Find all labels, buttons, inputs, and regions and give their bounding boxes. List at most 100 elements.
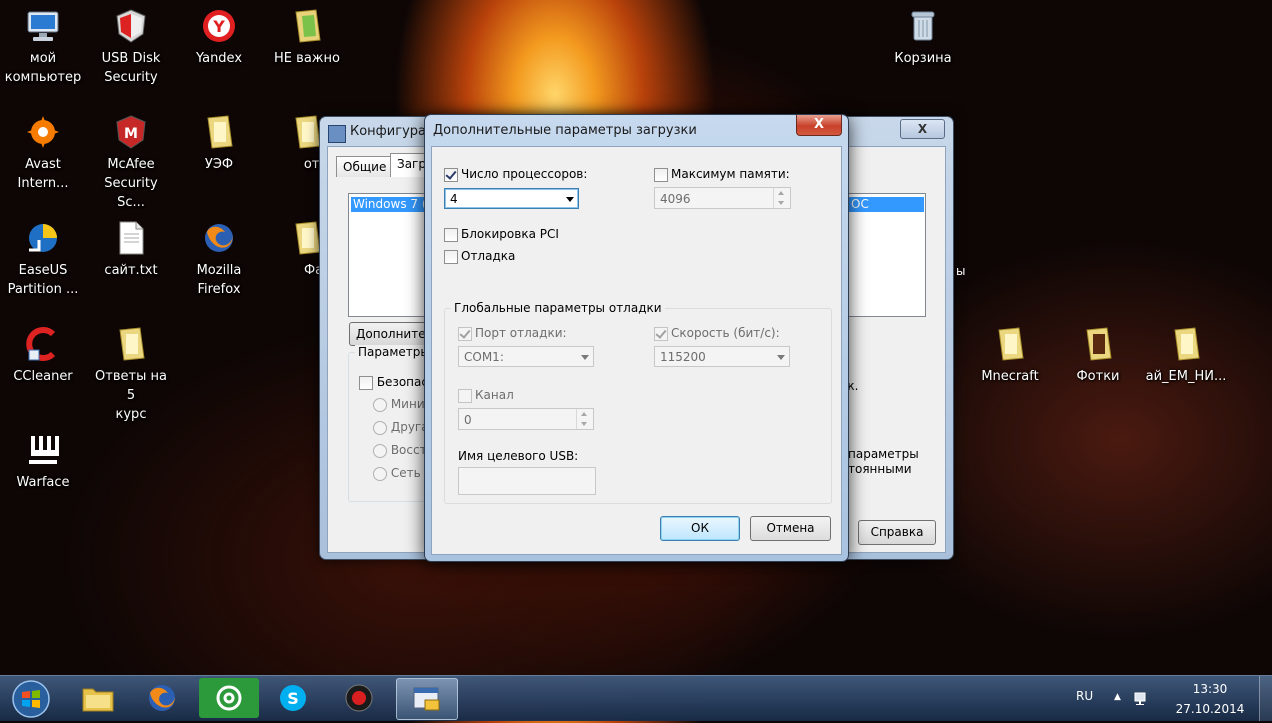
usb-disk-security-icon <box>111 6 151 46</box>
debug-port-select[interactable]: COM1: <box>458 346 594 367</box>
desktop-icon-usb-disk-security[interactable]: USB Disk Security <box>89 6 173 87</box>
show-desktop-button[interactable] <box>1259 676 1272 721</box>
channel-checkbox[interactable] <box>458 388 472 403</box>
firefox-icon <box>149 685 175 711</box>
radio-button[interactable] <box>373 397 387 412</box>
list-item-label: Windows 7 (C <box>353 197 435 211</box>
desktop-icon-ccleaner[interactable]: CCleaner <box>1 324 85 386</box>
baud-rate-select[interactable]: 115200 <box>654 346 790 367</box>
baud-rate-checkbox[interactable] <box>654 326 668 341</box>
desktop-icon-otvety-5-kurs[interactable]: Ответы на 5 курс <box>89 324 173 424</box>
mail-agent-icon <box>216 685 242 711</box>
desktop-icon-my-computer[interactable]: мой компьютер <box>1 6 85 87</box>
desktop-icon-label: CCleaner <box>13 369 73 384</box>
side-text: ы <box>956 264 966 278</box>
pci-lock-checkbox[interactable] <box>444 227 458 242</box>
ok-button[interactable]: ОК <box>660 516 740 541</box>
desktop-icon-easeus[interactable]: EaseUS Partition ... <box>1 218 85 299</box>
taskbar-record-button[interactable] <box>329 678 389 718</box>
channel-spinner[interactable]: 0 <box>458 408 594 430</box>
debug-port-row[interactable]: Порт отладки: <box>458 326 567 341</box>
taskbar-msconfig-button[interactable] <box>396 678 458 720</box>
taskbar-explorer-button[interactable] <box>68 678 128 718</box>
debug-port-checkbox[interactable] <box>458 326 472 341</box>
max-memory-checkbox[interactable] <box>654 167 668 182</box>
desktop-icon-mnecraft[interactable]: Mnecraft <box>968 324 1052 386</box>
desktop-icon-firefox[interactable]: Mozilla Firefox <box>177 218 261 299</box>
num-processors-row[interactable]: Число процессоров: <box>444 167 587 182</box>
spin-up-icon[interactable] <box>576 409 593 419</box>
cancel-button[interactable]: Отмена <box>750 516 831 541</box>
usb-target-input[interactable] <box>458 467 596 495</box>
easeus-icon <box>23 218 63 258</box>
desktop-icon-ai-em-ni[interactable]: ай_ЕМ_НИ... <box>1144 324 1228 386</box>
desktop-icon-label: McAfee Security Sc... <box>104 157 158 210</box>
radio-label: Сеть <box>390 466 421 480</box>
dialog-title: Дополнительные параметры загрузки <box>433 123 697 138</box>
radio-button[interactable] <box>373 443 387 458</box>
ccleaner-icon <box>23 324 63 364</box>
taskbar-mail-agent-button[interactable] <box>199 678 259 718</box>
radio-network[interactable]: Сеть <box>373 466 421 481</box>
tab-general[interactable]: Общие <box>336 156 394 177</box>
taskbar-firefox-button[interactable] <box>132 678 192 718</box>
max-memory-label: Максимум памяти: <box>671 167 790 181</box>
desktop-icon-yandex[interactable]: Y Yandex <box>177 6 261 68</box>
debug-label: Отладка <box>461 249 516 263</box>
chevron-up-icon[interactable]: ▲ <box>1114 692 1121 702</box>
spin-down-icon[interactable] <box>773 198 790 208</box>
pci-lock-row[interactable]: Блокировка PCI <box>444 227 559 242</box>
svg-text:M: M <box>124 126 138 142</box>
desktop-icon-label: НЕ важно <box>274 51 340 66</box>
channel-row[interactable]: Канал <box>458 388 514 403</box>
max-memory-row[interactable]: Максимум памяти: <box>654 167 790 182</box>
safe-boot-checkbox[interactable] <box>359 375 373 390</box>
desktop-icon-mcafee[interactable]: M McAfee Security Sc... <box>89 112 173 212</box>
safe-boot-checkbox-row[interactable]: Безопас <box>359 375 428 390</box>
spin-up-icon[interactable] <box>773 188 790 198</box>
language-indicator[interactable]: RU <box>1076 689 1093 703</box>
desktop-icon-label: Ответы на 5 курс <box>95 369 167 422</box>
debug-port-label: Порт отладки: <box>475 326 567 340</box>
spin-down-icon[interactable] <box>576 419 593 429</box>
channel-label: Канал <box>475 388 514 402</box>
svg-text:Y: Y <box>212 17 225 36</box>
clock-time[interactable]: 13:30 <box>1170 682 1250 696</box>
desktop-icon-label: ай_ЕМ_НИ... <box>1145 369 1227 384</box>
desktop-icon-fotki[interactable]: Фотки <box>1056 324 1140 386</box>
desktop-icon-label: Warface <box>16 475 70 490</box>
clock-date[interactable]: 27.10.2014 <box>1170 702 1250 716</box>
taskbar-skype-button[interactable]: S <box>263 678 323 718</box>
start-button[interactable] <box>8 678 54 720</box>
debug-checkbox[interactable] <box>444 249 458 264</box>
desktop-icon-label: Mnecraft <box>981 369 1039 384</box>
desktop-icon-label: мой компьютер <box>4 51 82 85</box>
num-processors-select[interactable]: 4 <box>444 188 579 209</box>
desktop-icon-warface[interactable]: Warface <box>1 430 85 492</box>
baud-rate-label: Скорость (бит/с): <box>671 326 780 340</box>
desktop-icon-label: USB Disk Security <box>101 51 161 85</box>
network-icon[interactable] <box>1134 690 1150 709</box>
system-tray: RU ▲ 13:30 27.10.2014 <box>1062 676 1272 721</box>
radio-button[interactable] <box>373 466 387 481</box>
desktop-icon-avast[interactable]: Avast Intern... <box>1 112 85 193</box>
desktop-icon-recycle-bin[interactable]: Корзина <box>881 6 965 68</box>
baud-rate-row[interactable]: Скорость (бит/с): <box>654 326 780 341</box>
debug-row[interactable]: Отладка <box>444 249 515 264</box>
folder-icon <box>1166 324 1206 364</box>
desktop-icon-label: Yandex <box>195 51 243 66</box>
computer-icon <box>23 6 63 46</box>
radio-button[interactable] <box>373 420 387 435</box>
close-button[interactable]: X <box>900 119 945 139</box>
desktop-icon-label: сайт.txt <box>104 263 158 278</box>
help-button[interactable]: Справка <box>858 520 936 545</box>
skype-icon: S <box>280 685 306 711</box>
usb-target-label: Имя целевого USB: <box>458 449 579 463</box>
desktop-icon-uef[interactable]: УЭФ <box>177 112 261 174</box>
num-processors-checkbox[interactable] <box>444 167 458 182</box>
desktop-icon-sait-txt[interactable]: сайт.txt <box>89 218 173 280</box>
close-button[interactable]: X <box>796 115 842 136</box>
max-memory-spinner[interactable]: 4096 <box>654 187 791 209</box>
desktop-icon-ne-vazhno[interactable]: НЕ важно <box>265 6 349 68</box>
firefox-icon <box>199 218 239 258</box>
